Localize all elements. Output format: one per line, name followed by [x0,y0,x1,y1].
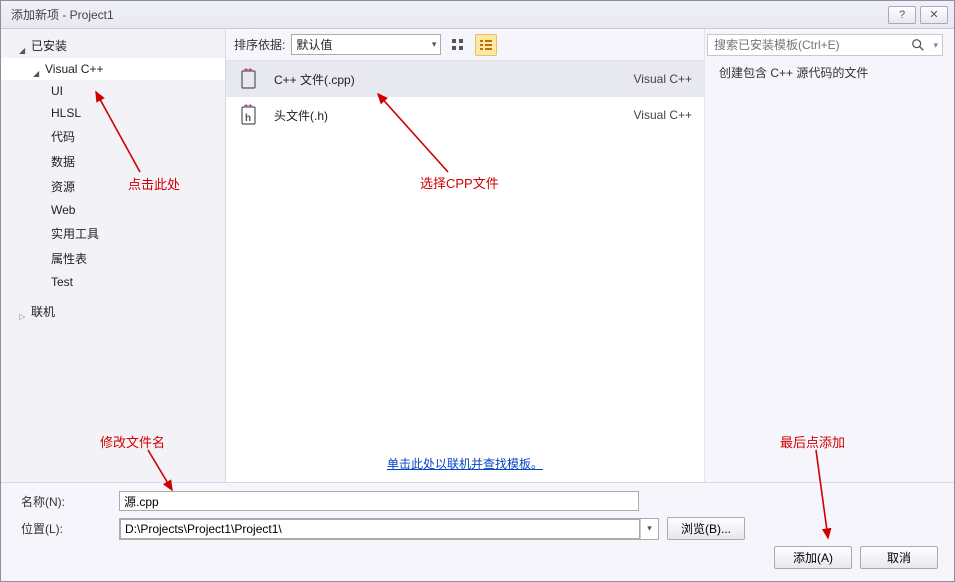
tree-label: 数据 [51,153,75,170]
add-new-item-dialog: 添加新项 - Project1 ? ✕ ▾ 已安装 Visual C++ UI [0,0,955,582]
tree-installed[interactable]: 已安装 [1,33,225,58]
chevron-right-icon [19,308,27,316]
tree-visual-cpp[interactable]: Visual C++ [1,58,225,80]
svg-text:++: ++ [244,68,252,74]
svg-text:h: h [245,113,251,124]
location-label: 位置(L): [21,520,111,537]
tree-label: Web [51,203,75,217]
name-input[interactable] [119,491,639,511]
sort-value: 默认值 [296,36,332,53]
tree-item-data[interactable]: 数据 [1,149,225,174]
tree-item-test[interactable]: Test [1,271,225,293]
tree-label: 联机 [31,303,55,320]
location-combo[interactable]: ▾ [119,518,659,540]
category-tree: 已安装 Visual C++ UI HLSL 代码 数据 资源 Web 实用工具… [1,29,226,482]
template-list: ++ C++ 文件(.cpp) Visual C++ h ++ 头文件(.h) V… [226,61,704,449]
template-header-file[interactable]: h ++ 头文件(.h) Visual C++ [226,97,704,133]
sort-label: 排序依据: [234,36,285,53]
template-name: C++ 文件(.cpp) [274,71,620,88]
svg-text:++: ++ [244,104,252,110]
search-icon[interactable] [907,34,929,56]
details-panel: 类型: Visual C++ 创建包含 C++ 源代码的文件 [704,29,954,482]
tree-item-code[interactable]: 代码 [1,124,225,149]
search-input[interactable] [708,35,907,55]
tree-label: UI [51,84,63,98]
tree-label: 代码 [51,128,75,145]
cpp-file-icon: ++ [238,68,260,90]
close-button[interactable]: ✕ [920,6,948,24]
template-cpp-file[interactable]: ++ C++ 文件(.cpp) Visual C++ [226,61,704,97]
view-list-button[interactable] [475,34,497,56]
online-templates-link-row: 单击此处以联机并查找模板。 [226,449,704,482]
tree-label: Visual C++ [45,62,103,76]
chevron-down-icon [33,65,41,73]
search-box[interactable]: ▾ [707,34,943,56]
tree-label: Test [51,275,73,289]
chevron-down-icon: ▾ [432,39,441,50]
center-panel: 排序依据: 默认值 ▾ ++ [226,29,704,482]
online-templates-link[interactable]: 单击此处以联机并查找模板。 [387,457,543,471]
tree-item-props[interactable]: 属性表 [1,246,225,271]
sort-toolbar: 排序依据: 默认值 ▾ [226,29,704,61]
tree-label: 属性表 [51,250,87,267]
cancel-button[interactable]: 取消 [860,546,938,569]
tree-item-hlsl[interactable]: HLSL [1,102,225,124]
tree-label: 实用工具 [51,225,99,242]
template-description: 创建包含 C++ 源代码的文件 [719,64,940,81]
window-title: 添加新项 - Project1 [11,6,114,23]
chevron-down-icon[interactable]: ▾ [640,519,658,539]
tree-label: 资源 [51,178,75,195]
tree-label: HLSL [51,106,81,120]
titlebar: 添加新项 - Project1 ? ✕ [1,1,954,29]
browse-button[interactable]: 浏览(B)... [667,517,745,540]
template-lang: Visual C++ [634,72,692,86]
view-small-icons-button[interactable] [447,34,469,56]
search-dropdown-icon[interactable]: ▾ [929,40,942,51]
location-input[interactable] [120,519,640,539]
tree-item-utility[interactable]: 实用工具 [1,221,225,246]
tree-item-ui[interactable]: UI [1,80,225,102]
tree-label: 已安装 [31,37,67,54]
add-button[interactable]: 添加(A) [774,546,852,569]
template-name: 头文件(.h) [274,107,620,124]
template-lang: Visual C++ [634,108,692,122]
bottom-form: 名称(N): 位置(L): ▾ 浏览(B)... 添加(A) 取消 [1,482,954,581]
tree-online[interactable]: 联机 [1,299,225,324]
help-button[interactable]: ? [888,6,916,24]
titlebar-controls: ? ✕ [884,6,948,24]
sort-dropdown[interactable]: 默认值 ▾ [291,34,441,55]
tree-item-web[interactable]: Web [1,199,225,221]
tree-item-resource[interactable]: 资源 [1,174,225,199]
header-file-icon: h ++ [238,104,260,126]
chevron-down-icon [19,42,27,50]
name-label: 名称(N): [21,493,111,510]
